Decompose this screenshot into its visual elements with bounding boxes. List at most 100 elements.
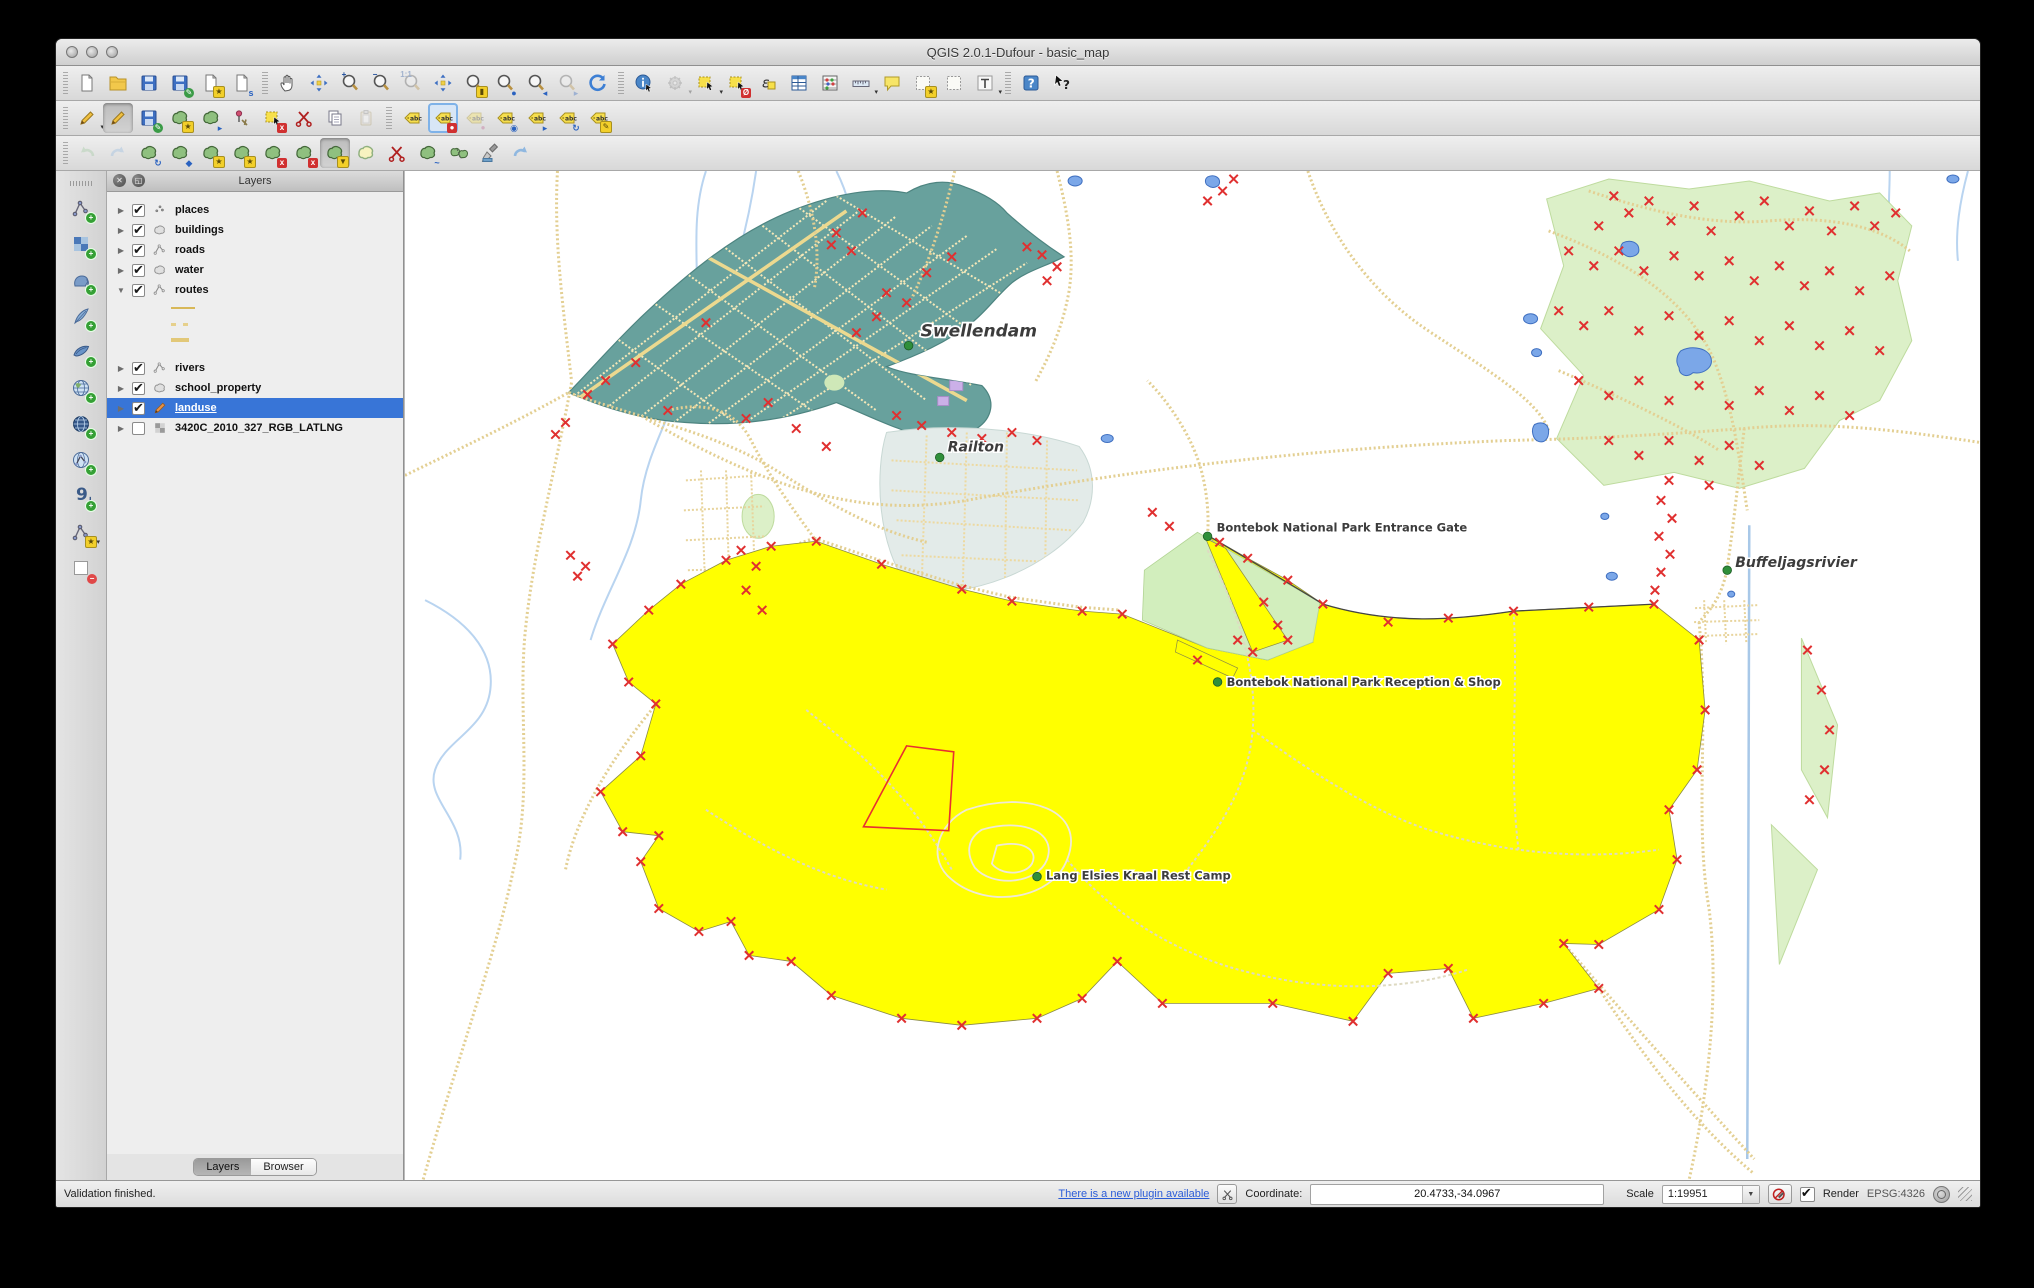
layer-item-water[interactable]: ▶ water (107, 260, 403, 280)
refresh-map-button[interactable] (583, 68, 613, 98)
minimize-window-button[interactable] (86, 46, 98, 58)
new-shapefile-layer-button[interactable]: ★ ▾ (64, 516, 100, 548)
offset-curve-button[interactable] (351, 138, 381, 168)
project-save-button[interactable] (134, 68, 164, 98)
add-wms-layer-button[interactable]: + (64, 372, 98, 404)
layer-visibility-checkbox[interactable] (132, 242, 145, 258)
layer-expander-icon[interactable]: ▶ (115, 246, 127, 255)
panel-tab-browser[interactable]: Browser (251, 1159, 316, 1175)
help-button[interactable] (1016, 68, 1046, 98)
pin-label-button[interactable]: ● (428, 103, 458, 133)
change-label-properties-button[interactable]: ✎ (583, 103, 613, 133)
plugin-icon[interactable] (1217, 1184, 1238, 1204)
panel-float-icon[interactable]: ◱ (132, 174, 145, 187)
coordinate-input[interactable] (1310, 1183, 1605, 1205)
scale-dropdown-icon[interactable]: ▼ (1741, 1185, 1759, 1203)
toggle-editing-button[interactable] (103, 103, 133, 133)
labeling-button[interactable] (397, 103, 427, 133)
save-layer-edits-button[interactable]: ✎ (134, 103, 164, 133)
project-save-as-button[interactable]: ✎ (165, 68, 195, 98)
zoom-window-button[interactable] (106, 46, 118, 58)
layer-item-school_property[interactable]: ▶ school_property (107, 378, 403, 398)
project-new-button[interactable] (72, 68, 102, 98)
render-checkbox[interactable] (1799, 1185, 1815, 1202)
layer-visibility-checkbox[interactable] (132, 400, 145, 416)
add-wfs-layer-button[interactable]: + (64, 444, 98, 476)
layer-item-places[interactable]: ▶ places (107, 200, 403, 220)
current-edits-button[interactable]: ▾ (72, 103, 104, 133)
paste-features-button[interactable] (351, 103, 381, 133)
run-feature-action-button[interactable]: ▾ (660, 68, 692, 98)
field-calculator-button[interactable] (815, 68, 845, 98)
merge-feature-attributes-button[interactable] (475, 138, 505, 168)
layer-visibility-checkbox[interactable] (132, 360, 145, 376)
delete-selected-button[interactable]: x (258, 103, 288, 133)
highlight-pinned-labels-button[interactable]: ● (459, 103, 489, 133)
new-bookmark-button[interactable]: ★ (908, 68, 938, 98)
pan-map-button[interactable] (273, 68, 303, 98)
node-tool-button[interactable] (227, 103, 257, 133)
map-tips-button[interactable] (877, 68, 907, 98)
zoom-next-button[interactable]: ▸ (552, 68, 582, 98)
select-features-button[interactable]: ▾ (691, 68, 723, 98)
layer-expander-icon[interactable]: ▶ (115, 404, 127, 413)
close-window-button[interactable] (66, 46, 78, 58)
panel-close-icon[interactable]: ✕ (113, 174, 126, 187)
cut-features-button[interactable] (289, 103, 319, 133)
merge-features-button[interactable] (444, 138, 474, 168)
layer-item-3420C_2010_327_RGB_LATLNG[interactable]: ▶ 3420C_2010_327_RGB_LATLNG (107, 418, 403, 438)
move-feature-button[interactable]: ▸ (196, 103, 226, 133)
zoom-in-button[interactable]: + (335, 68, 365, 98)
add-oracle-layer-button[interactable]: + (64, 480, 98, 512)
project-open-button[interactable] (103, 68, 133, 98)
copy-features-button[interactable] (320, 103, 350, 133)
whats-this-button[interactable] (1047, 68, 1077, 98)
move-label-button[interactable]: ▸ (521, 103, 551, 133)
layer-visibility-checkbox[interactable] (132, 380, 145, 396)
crs-status-icon[interactable] (1933, 1185, 1950, 1203)
add-feature-button[interactable]: ★ (165, 103, 195, 133)
layer-visibility-checkbox[interactable] (132, 262, 145, 278)
reshape-features-button[interactable]: ▼ (320, 138, 350, 168)
add-spatialite-layer-button[interactable]: + (64, 300, 98, 332)
layer-item-rivers[interactable]: ▶ rivers (107, 358, 403, 378)
identify-features-button[interactable] (629, 68, 659, 98)
deselect-features-button[interactable]: Ø (722, 68, 752, 98)
add-wcs-layer-button[interactable]: + (64, 408, 98, 440)
rotate-feature-button[interactable]: ↻ (134, 138, 164, 168)
split-features-button[interactable] (382, 138, 412, 168)
zoom-full-button[interactable] (428, 68, 458, 98)
add-ring-button[interactable]: ★ (196, 138, 226, 168)
scale-combo[interactable]: 1:19951 ▼ (1661, 1184, 1760, 1204)
layer-expander-icon[interactable]: ▶ (115, 364, 127, 373)
zoom-out-button[interactable]: − (366, 68, 396, 98)
select-by-expression-button[interactable] (753, 68, 783, 98)
resize-grip[interactable] (1958, 1187, 1972, 1201)
layer-item-landuse[interactable]: ▶ landuse (107, 398, 403, 418)
zoom-to-selection-button[interactable]: ▮ (459, 68, 489, 98)
zoom-to-layer-button[interactable]: ● (490, 68, 520, 98)
composer-manager-button[interactable]: s (227, 68, 257, 98)
layer-item-roads[interactable]: ▶ roads (107, 240, 403, 260)
map-canvas[interactable]: Swellendam Railton Bontebok National Park … (404, 171, 1980, 1180)
rotate-label-button[interactable]: ↻ (552, 103, 582, 133)
layer-visibility-checkbox[interactable] (132, 282, 145, 298)
add-raster-layer-button[interactable]: + (64, 228, 98, 260)
redo-button[interactable] (103, 138, 133, 168)
open-attribute-table-button[interactable] (784, 68, 814, 98)
zoom-native-button[interactable]: 1:1 (397, 68, 427, 98)
layer-visibility-checkbox[interactable] (132, 202, 145, 218)
layer-item-buildings[interactable]: ▶ buildings (107, 220, 403, 240)
layer-visibility-checkbox[interactable] (132, 421, 145, 435)
new-print-composer-button[interactable]: ★ (196, 68, 226, 98)
rotate-point-symbols-button[interactable] (506, 138, 536, 168)
remove-layer-button[interactable]: − (64, 552, 98, 584)
delete-part-button[interactable]: x (289, 138, 319, 168)
plugin-available-link[interactable]: There is a new plugin available (1058, 1188, 1209, 1200)
panel-tab-layers[interactable]: Layers (194, 1159, 252, 1175)
stop-render-icon[interactable] (1767, 1184, 1792, 1204)
layer-expander-icon[interactable]: ▶ (115, 226, 127, 235)
show-bookmarks-button[interactable] (939, 68, 969, 98)
simplify-feature-button[interactable]: ◆ (165, 138, 195, 168)
split-parts-button[interactable]: ~ (413, 138, 443, 168)
